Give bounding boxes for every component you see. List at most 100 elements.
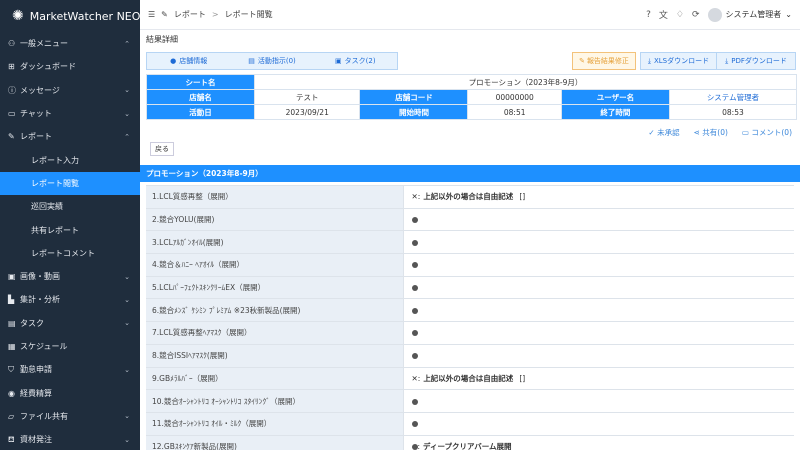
unapproved-action[interactable]: ✓ 未承認 [648, 127, 679, 138]
sidebar-item[interactable]: ◉ 経費精算 [0, 381, 140, 404]
sidebar-item[interactable]: レポート閲覧 [0, 171, 140, 196]
question-label: 10.競合ｵｰｼｬﾝﾄﾘｺ ｵｰｼｬﾝﾄﾘｺ ｽﾀｲﾘﾝｸﾞ（展開） [146, 389, 404, 413]
chevron-down-icon: ⌄ [124, 109, 130, 118]
topbar: ☰ ✎ レポート > レポート閲覧 ? 文 ♢ ⟳ システム管理者 ⌄ [140, 0, 800, 30]
back-button[interactable]: 戻る [150, 142, 174, 156]
question-answer [403, 389, 794, 413]
sidebar-item-label: レポートコメント [31, 248, 95, 258]
questions-table: 1.LCL質感再整（展開） ✕: 上記以外の場合は自由記述[] 2.競合YOLU(展開… [146, 185, 794, 450]
chevron-up-icon: ⌃ [124, 39, 130, 48]
question-label: 5.LCLﾊﾟｰﾌｪｸﾄｽｷﾝｸﾘｰﾑEX（展開） [146, 275, 404, 300]
sidebar-item[interactable]: ▤ タスク ⌄ [0, 312, 140, 335]
menu-toggle-icon[interactable]: ☰ [148, 10, 155, 19]
end-value: 08:53 [668, 104, 798, 120]
dot-icon [411, 217, 418, 224]
chart-icon: ▙ [8, 295, 15, 305]
dot-icon [411, 330, 418, 337]
sidebar: ✺ MarketWatcher NEO ⚇ 一般メニュー ⌃ ⊞ ダッシュボード ⓘ メッセ… [0, 0, 140, 450]
question-label: 11.競合ｵｰｼｬﾝﾄﾘｺ ｵｲﾙ・ﾐﾙｸ（展開） [146, 411, 404, 436]
chevron-down-icon: ⌄ [124, 295, 130, 304]
question-label: 4.競合＆ﾊﾆｰ ﾍｱｵｲﾙ（展開） [146, 253, 404, 277]
notification-icon[interactable]: ♢ [676, 10, 684, 20]
pen-icon: ✎ [161, 10, 168, 19]
question-label: 8.競合ISSIﾍｱﾏｽｸ(展開) [146, 343, 404, 368]
dot-icon [411, 285, 418, 292]
task-icon: ▤ [8, 318, 16, 328]
question-label: 9.GBﾒﾗﾙﾊﾞｰ（展開） [146, 366, 404, 391]
comment-label: コメント(0) [751, 128, 792, 137]
sidebar-item[interactable]: ▱ ファイル共有 ⌄ [0, 405, 140, 428]
sidebar-item[interactable]: 巡回実績 [0, 195, 140, 218]
sidebar-item[interactable]: 共有レポート [0, 218, 140, 241]
sidebar-item[interactable]: ▦ スケジュール [0, 335, 140, 358]
sidebar-item[interactable]: ⊞ ダッシュボード [0, 55, 140, 78]
chat-icon: ▭ [8, 109, 16, 119]
translate-icon[interactable]: 文 [659, 8, 668, 21]
people-icon: ⚇ [8, 39, 16, 49]
logo-icon: ✺ [12, 8, 24, 24]
xls-download-button[interactable]: ⤓ XLSダウンロード [640, 52, 717, 70]
question-answer [403, 298, 794, 323]
refresh-icon[interactable]: ⟳ [692, 10, 700, 20]
dot-icon [411, 421, 418, 428]
brand[interactable]: ✺ MarketWatcher NEO [0, 0, 140, 32]
chevron-down-icon: ⌄ [124, 319, 130, 328]
share-label: 共有(0) [702, 128, 728, 137]
info-icon: ⓘ [8, 85, 16, 95]
breadcrumb-item-report[interactable]: レポート [174, 9, 206, 20]
store-label: 店舗名 [146, 89, 255, 105]
tab-task[interactable]: ▣ タスク(2) [314, 53, 397, 69]
store-icon: ● [170, 57, 177, 65]
sidebar-item[interactable]: ✎ レポート ⌃ [0, 125, 140, 148]
sidebar-item[interactable]: レポート入力 [0, 148, 140, 171]
question-answer [403, 321, 794, 345]
cart-icon: ⛾ [8, 434, 15, 444]
user-name: システム管理者 [725, 10, 782, 19]
sidebar-item[interactable]: ⛉ 勤怠申請 ⌄ [0, 358, 140, 381]
date-value: 2023/09/21 [253, 104, 361, 120]
sidebar-item[interactable]: レポートコメント [0, 242, 140, 265]
pdf-download-button[interactable]: ⤓ PDFダウンロード [716, 52, 796, 70]
help-icon[interactable]: ? [646, 10, 651, 20]
chevron-down-icon: ⌄ [124, 365, 130, 374]
comment-action[interactable]: ▭ コメント(0) [742, 127, 792, 138]
question-label: 12.GBｽｷﾝｹｱ新製品(展開) [146, 434, 404, 450]
sidebar-item-label: 画像・動画 [20, 272, 60, 282]
tab-activity-label: 活動指示(0) [257, 57, 296, 65]
review-edit-label: 報告結果修正 [586, 57, 629, 65]
question-row: 8.競合ISSIﾍｱﾏｽｸ(展開) [146, 343, 794, 368]
tab-activity[interactable]: ▤ 活動指示(0) [230, 53, 313, 69]
unapproved-label: 未承認 [657, 128, 680, 137]
question-row: 1.LCL質感再整（展開） ✕: 上記以外の場合は自由記述 [] [146, 185, 794, 209]
question-row: 5.LCLﾊﾟｰﾌｪｸﾄｽｷﾝｸﾘｰﾑEX（展開） [146, 275, 794, 300]
calendar-icon: ▦ [8, 342, 16, 351]
sidebar-item[interactable]: ⓘ メッセージ ⌄ [0, 79, 140, 102]
sidebar-item[interactable]: ▭ チャット ⌄ [0, 102, 140, 125]
store-code-value: 00000000 [467, 89, 562, 105]
tab-store-info[interactable]: ● 店舗情報 [147, 53, 230, 69]
sidebar-item[interactable]: ⚇ 一般メニュー ⌃ [0, 32, 140, 55]
question-label: 2.競合YOLU(展開) [146, 207, 404, 232]
sidebar-item-label: レポート入力 [31, 155, 79, 165]
share-action[interactable]: ⋖ 共有(0) [694, 127, 728, 138]
detail-tabs: ● 店舗情報 ▤ 活動指示(0) ▣ タスク(2) [146, 52, 398, 70]
sidebar-item[interactable]: ▙ 集計・分析 ⌄ [0, 288, 140, 311]
answer-text: 上記以外の場合は自由記述 [423, 373, 514, 383]
coin-icon: ◉ [8, 388, 15, 398]
colon: : [417, 441, 421, 450]
breadcrumb-separator: > [211, 10, 219, 19]
sidebar-item-label: 共有レポート [31, 225, 79, 235]
sheet-label: シート名 [146, 74, 255, 90]
sidebar-item[interactable]: ⛾ 資材発注 ⌄ [0, 428, 140, 450]
user-menu[interactable]: システム管理者 ⌄ [707, 7, 792, 22]
question-answer: ✕: 上記以外の場合は自由記述 [] [403, 366, 794, 391]
sheet-value: プロモーション（2023年8-9月） [254, 74, 797, 90]
store-code-label: 店舗コード [359, 89, 469, 105]
user-value-link[interactable]: システム管理者 [668, 89, 798, 105]
review-edit-button[interactable]: ✎ 報告結果修正 [572, 52, 636, 70]
sidebar-item-label: タスク [20, 318, 44, 328]
topbar-tools: ? 文 ♢ ⟳ システム管理者 ⌄ [646, 7, 792, 22]
answer-text: ディープクリアバーム展開 [423, 441, 512, 450]
check-icon: ✓ [648, 128, 655, 137]
sidebar-item[interactable]: ▣ 画像・動画 ⌄ [0, 265, 140, 288]
